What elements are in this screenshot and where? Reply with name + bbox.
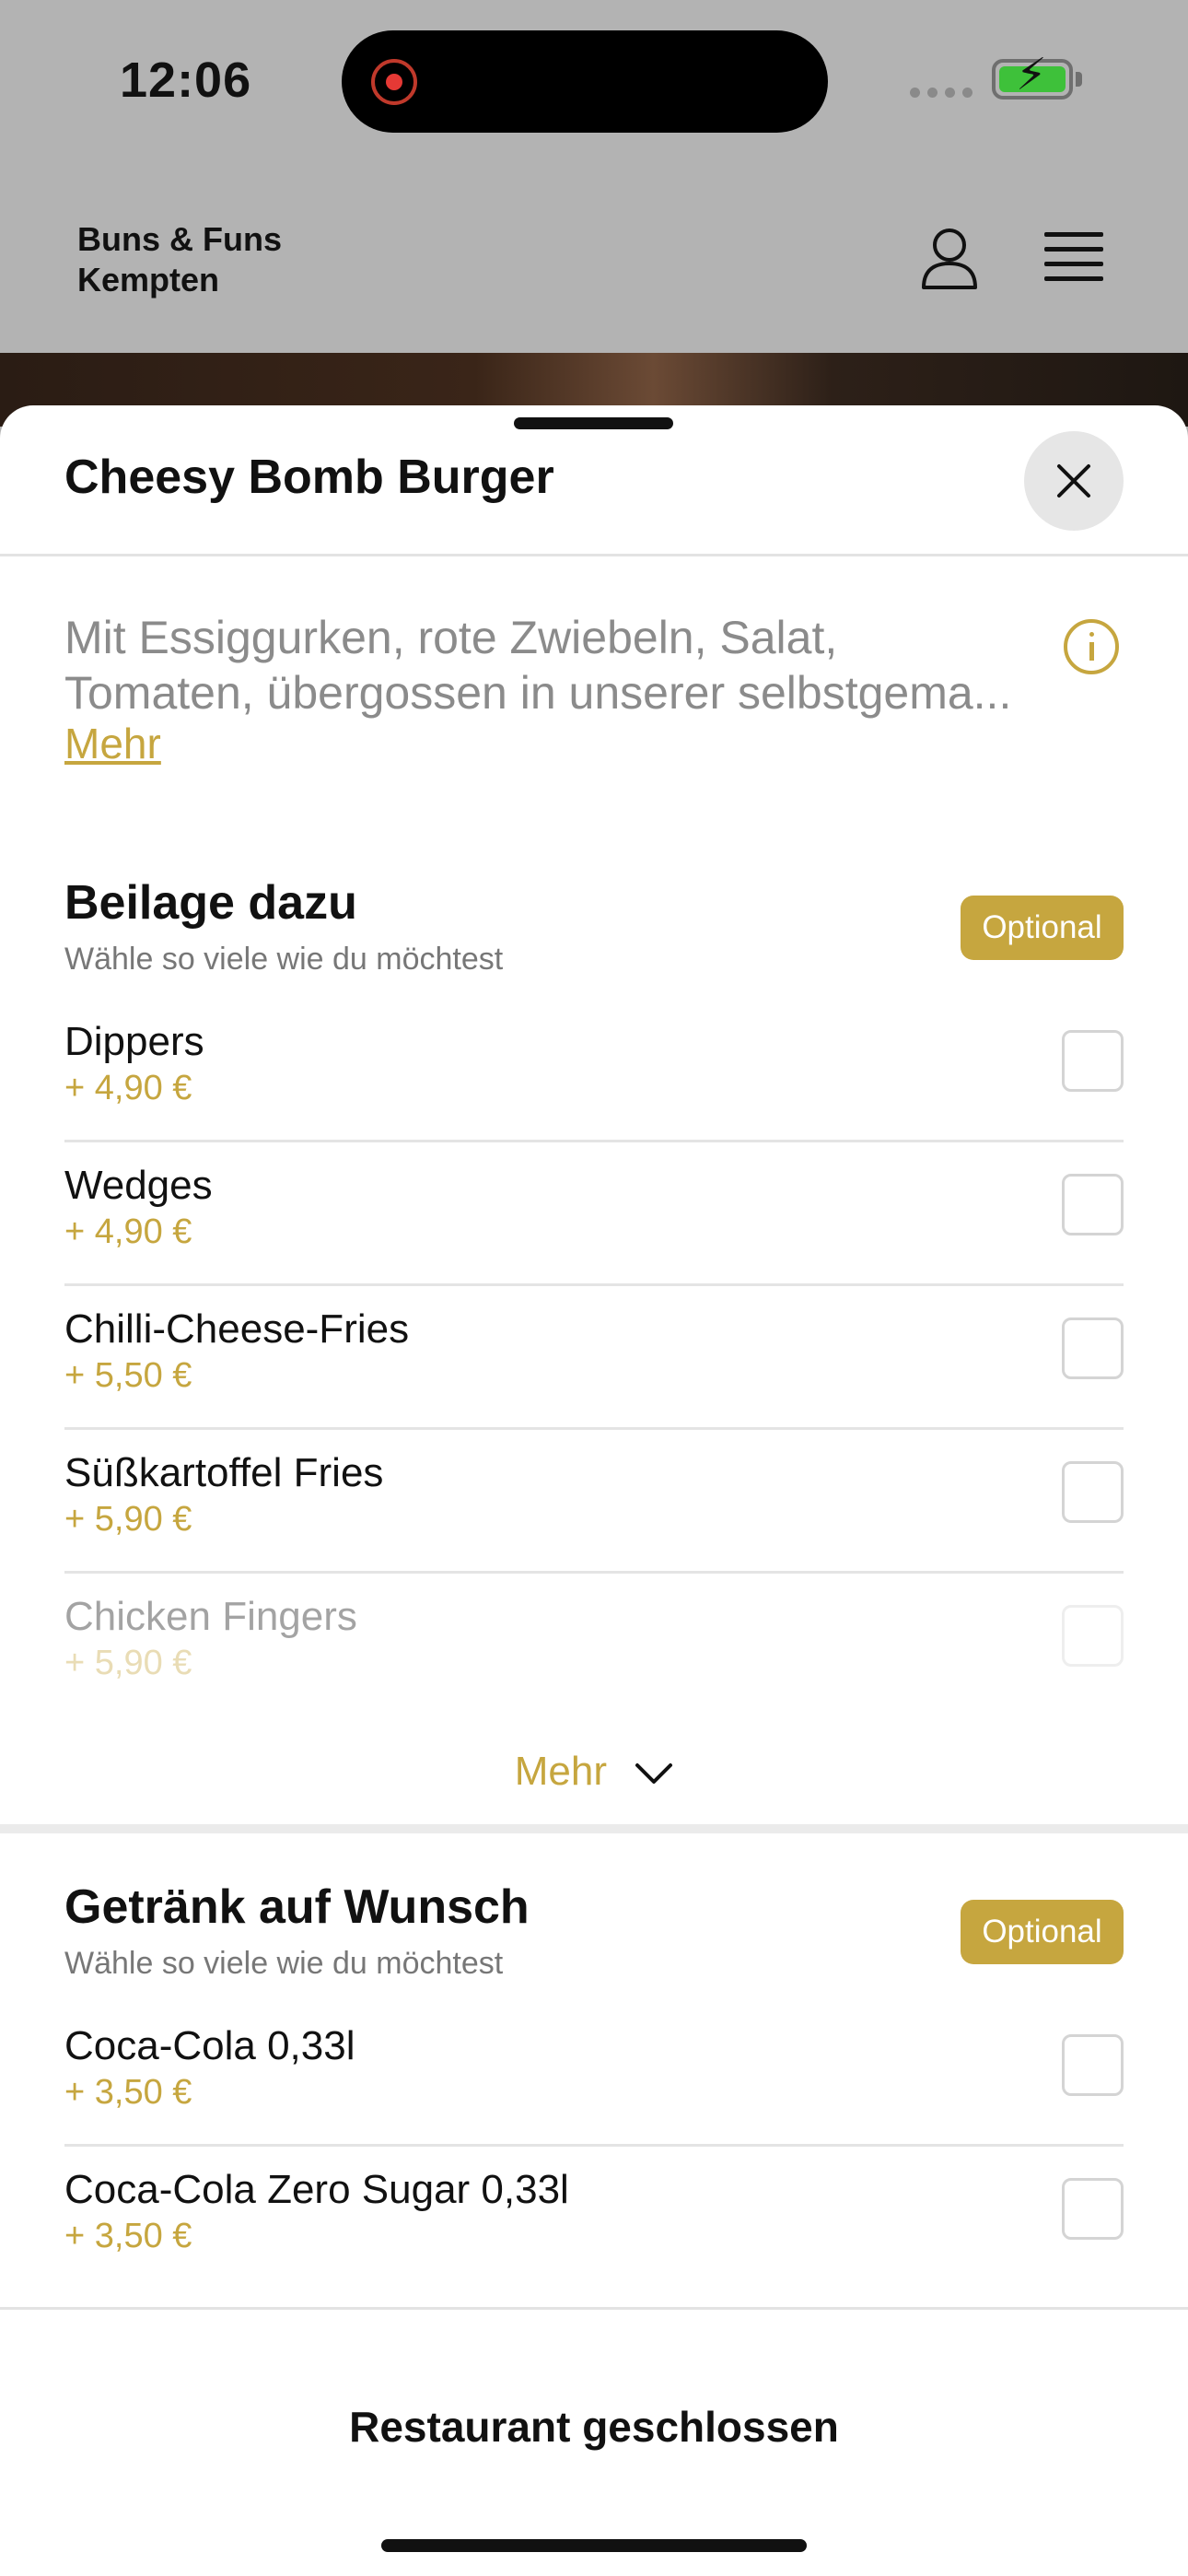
option-name: Dippers bbox=[64, 1019, 204, 1064]
restaurant-brand[interactable]: Buns & Funs Kempten bbox=[77, 219, 354, 300]
option-item[interactable]: Chicken Fingers + 5,90 € bbox=[64, 1574, 1124, 1717]
battery-cap bbox=[1076, 72, 1082, 87]
sheet-footer: Restaurant geschlossen bbox=[0, 2307, 1188, 2576]
option-checkbox[interactable] bbox=[1062, 1605, 1124, 1667]
user-icon[interactable] bbox=[919, 227, 980, 291]
product-title: Cheesy Bomb Burger bbox=[64, 451, 554, 504]
option-name: Coca-Cola 0,33l bbox=[64, 2023, 355, 2068]
sheet-header: Cheesy Bomb Burger bbox=[0, 405, 1188, 556]
optional-badge: Optional bbox=[961, 896, 1124, 960]
restaurant-closed-label: Restaurant geschlossen bbox=[349, 2403, 839, 2451]
option-checkbox[interactable] bbox=[1062, 2034, 1124, 2096]
status-bar: 12:06 ⚡ bbox=[0, 0, 1188, 166]
chevron-down-icon bbox=[635, 1763, 673, 1785]
product-sheet: Cheesy Bomb Burger Mit Essiggurken, rote… bbox=[0, 405, 1188, 2576]
option-item[interactable]: Süßkartoffel Fries + 5,90 € bbox=[64, 1430, 1124, 1574]
product-description-line-1: Mit Essiggurken, rote Zwiebeln, Salat, bbox=[64, 612, 838, 663]
option-checkbox[interactable] bbox=[1062, 2178, 1124, 2240]
close-button[interactable] bbox=[1024, 431, 1124, 531]
option-price: + 3,50 € bbox=[64, 2217, 192, 2255]
section-title: Getränk auf Wunsch bbox=[64, 1880, 530, 1934]
signal-icon bbox=[910, 88, 973, 98]
brand-line-1: Buns & Funs bbox=[77, 220, 282, 258]
home-indicator[interactable] bbox=[381, 2539, 807, 2552]
option-price: + 5,50 € bbox=[64, 1356, 192, 1395]
option-item[interactable]: Coca-Cola Zero Sugar 0,33l + 3,50 € bbox=[64, 2147, 1124, 2290]
option-name: Süßkartoffel Fries bbox=[64, 1450, 384, 1495]
hamburger-menu-icon[interactable] bbox=[1044, 232, 1103, 287]
brand-line-2: Kempten bbox=[77, 261, 220, 299]
show-more-button[interactable]: Mehr bbox=[0, 1749, 1188, 1795]
app-header: Buns & Funs Kempten bbox=[0, 166, 1188, 353]
option-item[interactable]: Dippers + 4,90 € bbox=[64, 999, 1124, 1142]
section-subtitle: Wähle so viele wie du möchtest bbox=[64, 1946, 504, 1981]
close-icon bbox=[1057, 464, 1090, 498]
option-name: Coca-Cola Zero Sugar 0,33l bbox=[64, 2167, 569, 2212]
section-title: Beilage dazu bbox=[64, 876, 357, 930]
option-checkbox[interactable] bbox=[1062, 1174, 1124, 1235]
option-price: + 4,90 € bbox=[64, 1212, 192, 1251]
option-checkbox[interactable] bbox=[1062, 1461, 1124, 1523]
option-item[interactable]: Wedges + 4,90 € bbox=[64, 1142, 1124, 1286]
option-price: + 5,90 € bbox=[64, 1644, 192, 1682]
info-icon[interactable] bbox=[1064, 619, 1119, 674]
section-divider bbox=[0, 1824, 1188, 1833]
status-time: 12:06 bbox=[120, 53, 252, 108]
option-name: Chicken Fingers bbox=[64, 1594, 357, 1639]
option-checkbox[interactable] bbox=[1062, 1317, 1124, 1379]
option-checkbox[interactable] bbox=[1062, 1030, 1124, 1092]
option-name: Chilli-Cheese-Fries bbox=[64, 1306, 410, 1352]
option-name: Wedges bbox=[64, 1163, 213, 1208]
recording-indicator-icon bbox=[371, 59, 417, 105]
option-item[interactable]: Chilli-Cheese-Fries + 5,50 € bbox=[64, 1286, 1124, 1430]
section-subtitle: Wähle so viele wie du möchtest bbox=[64, 942, 504, 977]
charging-bolt-icon: ⚡ bbox=[1016, 51, 1047, 100]
option-price: + 4,90 € bbox=[64, 1069, 192, 1107]
options-list-getraenk: Coca-Cola 0,33l + 3,50 € Coca-Cola Zero … bbox=[64, 2003, 1124, 2290]
option-item[interactable]: Coca-Cola 0,33l + 3,50 € bbox=[64, 2003, 1124, 2147]
show-more-label: Mehr bbox=[514, 1749, 607, 1794]
product-description-line-2: Tomaten, übergossen in unserer selbstgem… bbox=[64, 667, 1012, 719]
description-more-link[interactable]: Mehr bbox=[64, 719, 161, 768]
option-price: + 5,90 € bbox=[64, 1500, 192, 1539]
option-price: + 3,50 € bbox=[64, 2073, 192, 2112]
optional-badge: Optional bbox=[961, 1900, 1124, 1964]
options-list-beilage: Dippers + 4,90 € Wedges + 4,90 € Chilli-… bbox=[64, 999, 1124, 1717]
